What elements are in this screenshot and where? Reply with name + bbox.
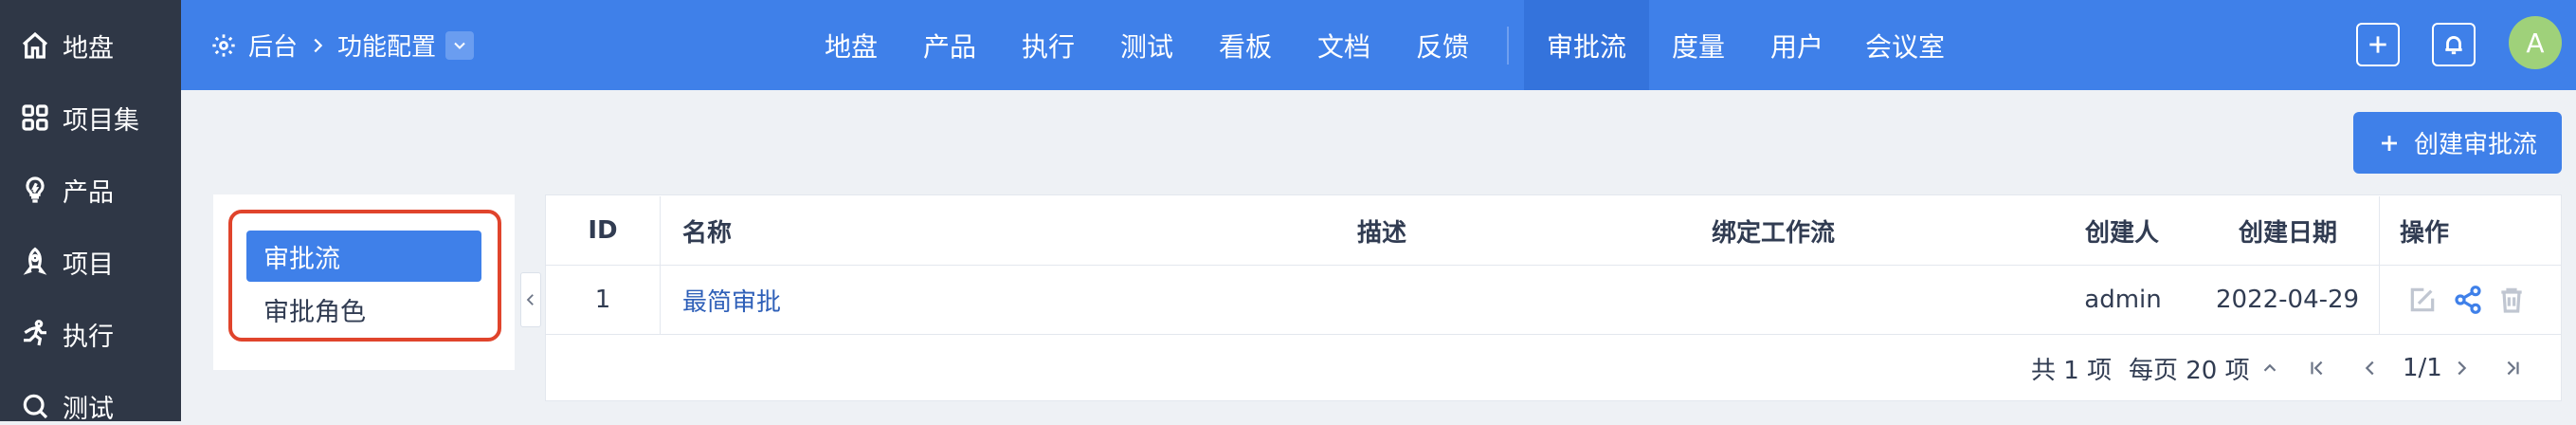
top-navbar — [181, 0, 2576, 90]
cell-name-link[interactable]: 最简审批 — [682, 266, 781, 334]
nav-test[interactable]: 测试 — [1113, 0, 1181, 90]
chevron-left-icon — [2365, 360, 2374, 376]
rocket-icon — [19, 246, 51, 278]
column-header-name[interactable]: 名称 — [682, 196, 732, 265]
breadcrumb-current: 功能配置 — [337, 33, 437, 62]
nav-meeting-room[interactable]: 会议室 — [1861, 0, 1949, 90]
nav-feedback[interactable]: 反馈 — [1408, 0, 1477, 90]
nav-approval-flow[interactable]: 审批流 — [1524, 0, 1649, 90]
sidebar-item-home[interactable]: 地盘 — [19, 27, 114, 65]
chevron-down-icon — [454, 42, 465, 49]
sidebar-item-product[interactable]: 产品 — [19, 171, 114, 209]
nav-kanban[interactable]: 看板 — [1211, 0, 1279, 90]
divider — [660, 196, 661, 334]
breadcrumb-dropdown[interactable] — [445, 30, 475, 60]
avatar[interactable]: A — [2509, 16, 2562, 69]
delete-button[interactable] — [2496, 285, 2527, 315]
nav-metrics[interactable]: 度量 — [1664, 0, 1732, 90]
trash-icon — [2501, 287, 2522, 313]
nav-doc[interactable]: 文档 — [1310, 0, 1378, 90]
edit-icon — [2410, 287, 2435, 312]
first-page-icon — [2311, 360, 2323, 376]
column-header-creator[interactable]: 创建人 — [2085, 196, 2159, 265]
chevron-right-icon — [314, 38, 323, 52]
lightbulb-icon — [19, 174, 51, 206]
create-button-label: 创建审批流 — [2413, 131, 2537, 159]
sidebar-item-execution[interactable]: 执行 — [19, 315, 114, 353]
sidebar-item-test[interactable]: 测试 — [19, 387, 114, 425]
last-page-icon — [2507, 360, 2519, 376]
nav-users[interactable]: 用户 — [1763, 0, 1831, 90]
sidebar-item-program[interactable]: 项目集 — [19, 99, 139, 137]
search-icon — [19, 390, 51, 422]
sidebar: 地盘 项目集 产品 项目 执行 测试 — [0, 0, 181, 424]
quick-create-button[interactable] — [2356, 23, 2400, 66]
bell-icon — [2445, 36, 2462, 55]
last-page-button[interactable] — [2502, 349, 2523, 387]
grid-icon — [19, 102, 51, 134]
column-header-created-date[interactable]: 创建日期 — [2239, 196, 2337, 265]
divider — [546, 334, 2561, 335]
column-header-id[interactable]: ID — [546, 196, 660, 265]
column-header-actions: 操作 — [2400, 218, 2450, 248]
sidebar-item-project[interactable]: 项目 — [19, 243, 114, 281]
run-icon — [19, 318, 51, 350]
nav-dashboard[interactable]: 地盘 — [817, 0, 885, 90]
chevron-right-icon — [2458, 360, 2467, 376]
home-icon — [19, 29, 51, 62]
gear-icon — [212, 33, 235, 57]
page-size-label: 每页 20 项 — [2129, 356, 2250, 385]
sidebar-item-label: 产品 — [63, 177, 114, 208]
nav-execution[interactable]: 执行 — [1014, 0, 1082, 90]
annotation-highlight — [228, 210, 501, 342]
column-header-workflow[interactable]: 绑定工作流 — [1712, 196, 1835, 265]
edit-button[interactable] — [2407, 285, 2438, 315]
plus-icon — [2369, 36, 2386, 53]
notifications-button[interactable] — [2432, 23, 2476, 66]
design-flow-button[interactable] — [2453, 285, 2483, 315]
share-nodes-icon — [2455, 286, 2481, 314]
nav-divider — [1507, 27, 1509, 65]
cell-id: 1 — [594, 286, 611, 314]
plus-icon — [2381, 135, 2397, 151]
chevron-up-icon — [2263, 363, 2276, 372]
sidebar-item-label: 项目 — [63, 249, 114, 280]
create-approval-flow-button[interactable]: 创建审批流 — [2353, 112, 2562, 174]
pager-total: 共 1 项 — [2031, 356, 2113, 385]
sidebar-item-label: 项目集 — [63, 105, 139, 136]
nav-product[interactable]: 产品 — [916, 0, 984, 90]
row-actions — [2407, 266, 2527, 334]
page-size-selector[interactable]: 每页 20 项 — [2129, 349, 2280, 387]
chevron-left-icon — [526, 294, 534, 305]
column-header-description[interactable]: 描述 — [1357, 196, 1406, 265]
sidebar-item-label: 执行 — [63, 322, 114, 352]
next-page-button[interactable] — [2451, 349, 2472, 387]
sidebar-item-label: 测试 — [63, 394, 114, 424]
breadcrumb: 后台 功能配置 — [210, 0, 475, 90]
prev-page-button[interactable] — [2360, 349, 2381, 387]
collapse-toggle[interactable] — [520, 272, 541, 327]
divider — [2379, 196, 2380, 334]
breadcrumb-root[interactable]: 后台 — [248, 28, 298, 63]
cell-created-date: 2022-04-29 — [2216, 286, 2360, 314]
sidebar-item-label: 地盘 — [63, 33, 114, 64]
cell-creator: admin — [2084, 286, 2162, 314]
page-indicator: 1/1 — [2403, 354, 2442, 382]
first-page-button[interactable] — [2307, 349, 2328, 387]
